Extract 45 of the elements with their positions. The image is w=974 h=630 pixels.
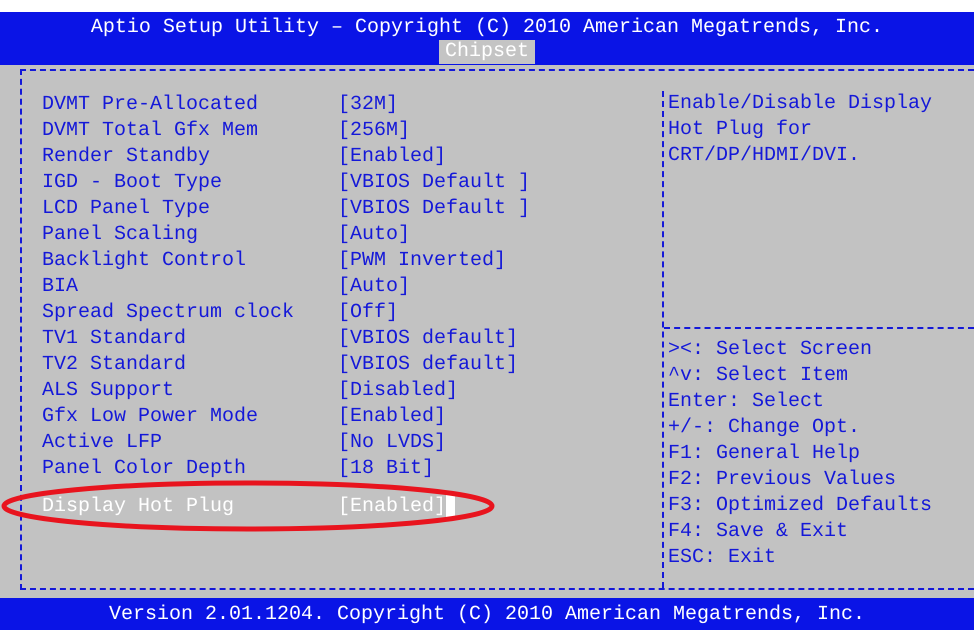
setting-value[interactable]: [Enabled] (338, 144, 446, 168)
setting-label[interactable]: DVMT Total Gfx Mem (42, 118, 338, 142)
key-hint: F2: Previous Values (668, 467, 898, 493)
setting-value[interactable]: [Off] (338, 300, 398, 324)
setting-label[interactable]: Panel Scaling (42, 222, 338, 246)
setting-label[interactable]: Active LFP (42, 430, 338, 454)
help-text: Enable/Disable Display (668, 91, 934, 117)
setting-value[interactable]: [Auto] (338, 274, 410, 298)
footer-text: Version 2.01.1204. Copyright (C) 2010 American Megatrends, Inc. (108, 602, 866, 626)
setting-value[interactable]: [18 Bit] (338, 456, 434, 480)
help-text: CRT/DP/HDMI/DVI. (668, 143, 862, 169)
setting-label[interactable]: LCD Panel Type (42, 196, 338, 220)
setting-value[interactable]: [VBIOS Default ] (338, 196, 530, 220)
setting-label[interactable]: TV1 Standard (42, 326, 338, 350)
setting-label[interactable]: Render Standby (42, 144, 338, 168)
setting-label[interactable]: IGD - Boot Type (42, 170, 338, 194)
setting-value[interactable]: [Disabled] (338, 378, 458, 402)
setting-value[interactable]: [Auto] (338, 222, 410, 246)
setting-label[interactable]: Gfx Low Power Mode (42, 404, 338, 428)
key-hint: F4: Save & Exit (668, 519, 850, 545)
setting-value[interactable]: [256M] (338, 118, 410, 142)
setting-label[interactable]: TV2 Standard (42, 352, 338, 376)
help-text: Hot Plug for (668, 117, 814, 143)
setting-value[interactable]: [PWM Inverted] (338, 248, 506, 272)
setting-label[interactable]: DVMT Pre-Allocated (42, 92, 338, 116)
key-hint: F1: General Help (668, 441, 862, 467)
setting-value[interactable]: [No LVDS] (338, 430, 446, 454)
window-title: Aptio Setup Utility – Copyright (C) 2010 American Megatrends, Inc. (90, 16, 884, 40)
setting-value[interactable]: [VBIOS default] (338, 326, 518, 350)
setting-label[interactable]: BIA (42, 274, 338, 298)
setting-value[interactable]: [Enabled] (338, 404, 446, 428)
key-hint: ^v: Select Item (668, 363, 850, 389)
key-hint: ESC: Exit (668, 545, 778, 571)
key-hint: Enter: Select (668, 389, 826, 415)
key-hint: +/-: Change Opt. (668, 415, 862, 441)
setting-value[interactable]: [VBIOS default] (338, 352, 518, 376)
setting-label[interactable]: Spread Spectrum clock (42, 300, 338, 324)
key-hint: F3: Optimized Defaults (668, 493, 934, 519)
setting-value[interactable]: [VBIOS Default ] (338, 170, 530, 194)
text-cursor (446, 495, 456, 517)
key-hint: ><: Select Screen (668, 337, 874, 363)
setting-label[interactable]: ALS Support (42, 378, 338, 402)
setting-label[interactable]: Backlight Control (42, 248, 338, 272)
setting-value[interactable]: [32M] (338, 92, 398, 116)
setting-label[interactable]: Panel Color Depth (42, 456, 338, 480)
